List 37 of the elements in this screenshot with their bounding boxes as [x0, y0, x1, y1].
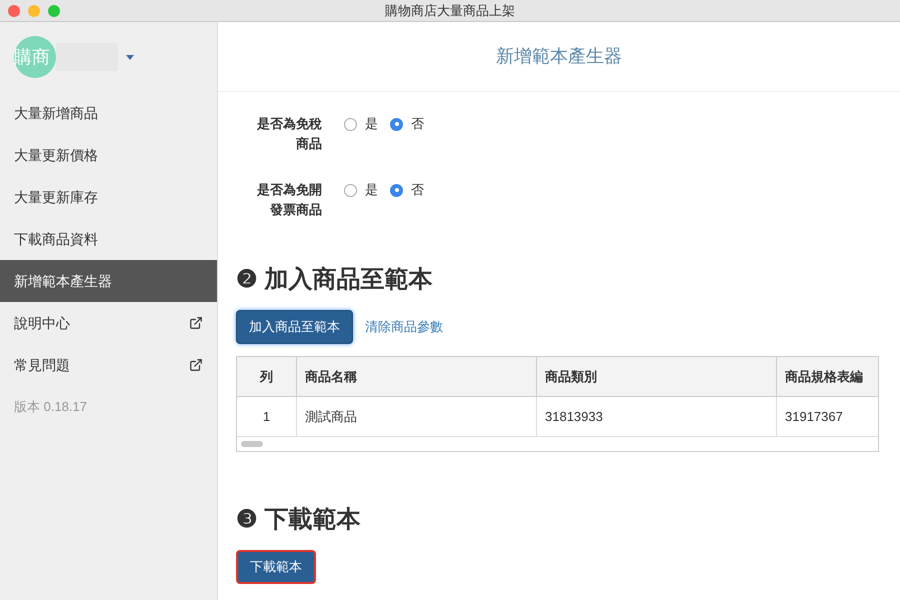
table-cell: 31917367 — [777, 397, 878, 436]
external-link-icon — [189, 358, 203, 372]
add-product-button[interactable]: 加入商品至範本 — [236, 310, 353, 344]
sidebar-item[interactable]: 常見問題 — [0, 344, 217, 386]
table-cell: 測試商品 — [297, 397, 537, 436]
zoom-icon[interactable] — [48, 4, 60, 16]
sidebar-item[interactable]: 大量更新庫存 — [0, 176, 217, 218]
column-header: 商品規格表編 — [777, 357, 878, 396]
sidebar-item[interactable]: 新增範本產生器 — [0, 260, 217, 302]
table-cell: 31813933 — [537, 397, 777, 436]
version-label: 版本 0.18.17 — [13, 398, 88, 416]
sidebar-item[interactable]: 大量新增商品 — [0, 92, 217, 134]
sidebar-item[interactable]: 說明中心 — [0, 302, 217, 344]
radio-option[interactable]: 否 — [390, 180, 424, 200]
minimize-icon[interactable] — [28, 4, 40, 16]
section-heading: ❸ 下載範本 — [236, 505, 362, 535]
question-label: 是否為免稅商品 — [256, 115, 322, 153]
close-icon[interactable] — [8, 4, 20, 16]
clear-link[interactable]: 清除商品參數 — [365, 317, 443, 337]
window-title: 購物商店大量商品上架 — [385, 2, 515, 20]
dropdown-caret-icon[interactable] — [126, 54, 134, 60]
radio-option[interactable]: 是 — [344, 180, 378, 200]
radio-option[interactable]: 是 — [344, 114, 378, 134]
column-header: 列 — [237, 357, 297, 396]
download-button[interactable]: 下載範本 — [236, 550, 316, 584]
table-cell: 1 — [237, 397, 297, 436]
question-label: 是否為免開發票商品 — [256, 181, 322, 219]
column-header: 商品類別 — [537, 357, 777, 396]
column-header: 商品名稱 — [297, 357, 537, 396]
account-name-placeholder — [56, 43, 118, 71]
radio-option[interactable]: 否 — [390, 114, 424, 134]
page-title: 新增範本產生器 — [496, 45, 622, 68]
section-heading: ❷ 加入商品至範本 — [236, 265, 434, 295]
scrollbar-thumb[interactable] — [241, 441, 263, 447]
external-link-icon — [189, 316, 203, 330]
sidebar-item[interactable]: 下載商品資料 — [0, 218, 217, 260]
sidebar-item[interactable]: 大量更新價格 — [0, 134, 217, 176]
